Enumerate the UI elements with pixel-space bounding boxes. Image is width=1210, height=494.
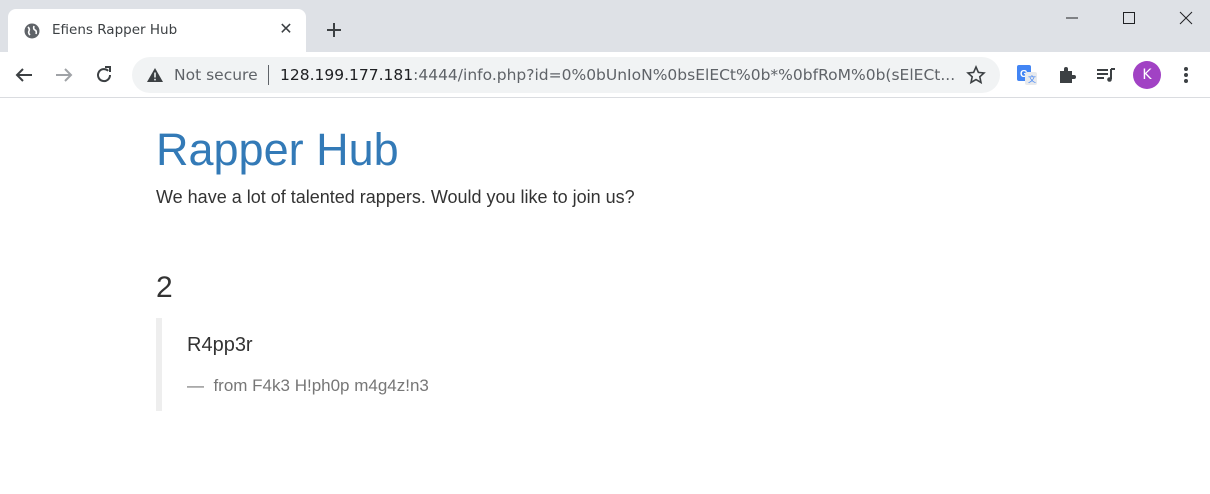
close-window-icon[interactable] [1174,8,1198,28]
new-tab-icon[interactable] [322,18,346,42]
security-label[interactable]: Not secure [174,66,258,84]
media-queue-icon[interactable] [1095,64,1117,86]
browser-toolbar: Not secure 128.199.177.181:4444/info.php… [0,52,1210,98]
extensions-puzzle-icon[interactable] [1056,64,1078,86]
bookmark-star-icon[interactable] [966,65,986,85]
back-arrow-icon[interactable] [12,63,36,87]
globe-icon [24,23,40,39]
result-blockquote: R4pp3r — from F4k3 H!ph0p m4g4z!n3 [156,318,756,411]
url-host: 128.199.177.181 [280,66,414,84]
address-bar[interactable]: Not secure 128.199.177.181:4444/info.php… [132,57,1000,93]
quote-text: R4pp3r [187,334,253,356]
page-title: Rapper Hub [156,124,399,175]
quote-footer: — from F4k3 H!ph0p m4g4z!n3 [187,376,429,396]
page-lead-text: We have a lot of talented rappers. Would… [156,187,635,207]
url-path: :4444/info.php?id=0%0bUnIoN%0bsElECt%0b*… [413,66,956,84]
address-separator [268,65,269,85]
quote-source: from F4k3 H!ph0p m4g4z!n3 [213,376,429,395]
result-number: 2 [156,271,173,304]
page-content: Rapper Hub We have a lot of talented rap… [0,98,1210,494]
url-text[interactable]: 128.199.177.181:4444/info.php?id=0%0bUnI… [280,66,960,84]
tab-strip: Efiens Rapper Hub ✕ [0,0,1210,52]
warning-icon [147,68,163,82]
tab-title: Efiens Rapper Hub [52,22,178,38]
google-translate-icon[interactable]: G 文 [1016,64,1038,86]
forward-arrow-icon[interactable] [52,63,76,87]
profile-avatar[interactable]: K [1133,61,1161,89]
maximize-icon[interactable] [1117,8,1141,28]
close-tab-icon[interactable]: ✕ [278,22,294,38]
quote-dash: — [187,376,204,395]
browser-tab[interactable]: Efiens Rapper Hub ✕ [8,9,306,52]
svg-text:文: 文 [1028,74,1036,84]
minimize-icon[interactable] [1060,8,1084,28]
reload-icon[interactable] [92,63,116,87]
more-menu-icon[interactable] [1178,65,1194,85]
